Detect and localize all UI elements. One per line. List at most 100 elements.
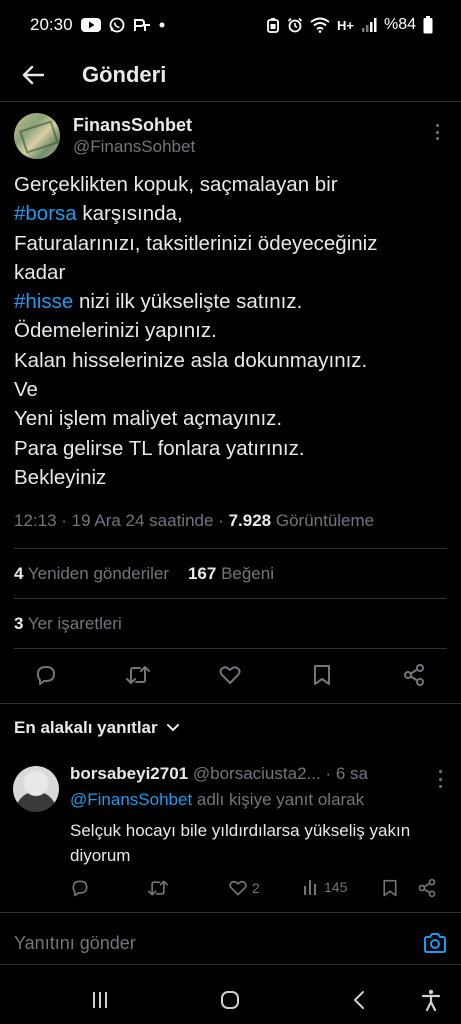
camera-icon	[424, 933, 446, 953]
reposts-stat[interactable]: 4 Yeniden gönderiler	[14, 564, 169, 583]
meta-separator: ·	[218, 511, 229, 530]
replies-sort-dropdown[interactable]: En alakalı yanıtlar	[14, 718, 180, 738]
meta-divider	[14, 548, 447, 549]
post-text-line: #borsa karşısında,	[14, 199, 454, 228]
more-dot-icon	[438, 770, 442, 773]
more-dot-icon	[435, 137, 439, 140]
dot-icon	[159, 22, 165, 28]
hashtag-link[interactable]: #hisse	[14, 290, 73, 313]
repost-icon	[126, 666, 150, 684]
compose-divider-bottom	[0, 964, 461, 965]
reply-avatar[interactable]	[13, 766, 59, 812]
back-button[interactable]	[20, 62, 46, 88]
camera-button[interactable]	[423, 932, 447, 954]
reply-share-button[interactable]	[417, 878, 437, 898]
reply-header: borsabeyi2701 @borsaciusta2... · 6 sa	[70, 762, 368, 786]
reply-reply-button[interactable]	[70, 878, 90, 898]
engagement-stats: 4 Yeniden gönderiler 167 Beğeni	[14, 564, 274, 584]
reply-text: Selçuk hocayı bile yıldırdılarsa yükseli…	[70, 821, 411, 865]
repost-icon	[147, 880, 168, 896]
heart-icon	[219, 666, 241, 684]
post-text-line: #hisse nizi ilk yükselişte satınız.	[14, 287, 454, 316]
bookmark-button[interactable]	[308, 661, 336, 689]
status-time: 20:30	[30, 15, 73, 34]
alarm-icon	[287, 17, 303, 33]
reply-button[interactable]	[32, 661, 60, 689]
reply-separator: ·	[325, 764, 336, 783]
views-chart-icon	[304, 880, 316, 895]
share-button[interactable]	[400, 661, 428, 689]
repost-button[interactable]	[124, 661, 152, 689]
reply-to-mention[interactable]: @FinansSohbet	[70, 790, 192, 809]
back-nav-button[interactable]	[345, 986, 373, 1014]
post-text-line: Kalan hisselerinize asla dokunmayınız.	[14, 346, 454, 375]
reply-composer[interactable]: Yanıtını gönder	[14, 922, 447, 964]
reply-to-suffix: adlı kişiye yanıt olarak	[192, 790, 365, 809]
back-arrow-icon	[22, 65, 44, 85]
reply-icon	[72, 880, 88, 897]
author-name[interactable]: FinansSohbet	[73, 114, 195, 136]
status-bar: 20:30 H+ %84	[0, 0, 461, 50]
reply-like-button[interactable]: 2	[228, 878, 260, 898]
post-text-segment: Ve	[14, 378, 38, 402]
share-icon	[404, 664, 424, 686]
like-button[interactable]	[216, 661, 244, 689]
likes-label: Beğeni	[221, 564, 274, 583]
post-text-segment: Yeni işlem maliyet açmayınız.	[14, 407, 283, 431]
post-text-segment: Para gelirse TL fonlara yatırınız.	[14, 436, 305, 460]
post-date[interactable]: 19 Ara 24 saatinde	[72, 511, 214, 530]
post-text-segment: Ödemelerinizi yapınız.	[14, 319, 217, 343]
home-button[interactable]	[216, 986, 244, 1014]
author-avatar[interactable]	[14, 113, 60, 159]
reply-more-button[interactable]	[435, 770, 445, 788]
accessibility-icon	[421, 989, 441, 1011]
network-type: H+	[336, 17, 354, 33]
likes-stat[interactable]: 167 Beğeni	[188, 564, 274, 583]
page-title: Gönderi	[82, 62, 167, 87]
hashtag-link[interactable]: #borsa	[14, 202, 77, 225]
post-text-segment: Gerçeklikten kopuk, saçmalayan bir	[14, 173, 338, 196]
reply-author-handle[interactable]: @borsaciusta2...	[193, 764, 321, 783]
post-time[interactable]: 12:13	[14, 511, 57, 530]
more-dot-icon	[435, 124, 439, 127]
header-divider	[0, 101, 461, 102]
likes-count: 167	[187, 564, 217, 583]
bookmarks-count: 3	[14, 614, 24, 633]
top-bar: Gönderi	[0, 50, 461, 100]
post-text-segment: Bekleyiniz	[14, 465, 107, 489]
post-text-line: Faturalarınızı, taksitlerinizi ödeyeceği…	[14, 229, 454, 258]
reply-repost-button[interactable]	[147, 878, 169, 898]
accessibility-button[interactable]	[417, 986, 445, 1014]
reply-input[interactable]: Yanıtını gönder	[14, 933, 136, 954]
stats-divider	[14, 598, 447, 599]
author-handle[interactable]: @FinansSohbet	[73, 136, 195, 158]
bookmarks-stat[interactable]: 3 Yer işaretleri	[14, 614, 122, 634]
views-count: 7.928	[228, 511, 272, 530]
recents-button[interactable]	[86, 986, 114, 1014]
reply-author-name[interactable]: borsabeyi2701	[70, 764, 188, 783]
reposts-count: 4	[14, 564, 24, 583]
post-more-button[interactable]	[431, 122, 443, 142]
post-text-segment: nizi ilk yükselişte satınız.	[73, 290, 303, 314]
battery-saver-icon	[266, 17, 280, 33]
chevron-down-icon	[166, 724, 179, 732]
more-dot-icon	[435, 130, 439, 134]
reply-bookmark-button[interactable]	[381, 878, 399, 898]
status-left: 20:30	[30, 15, 165, 35]
bookmark-icon	[314, 665, 330, 685]
post-text-line: Bekleyiniz	[14, 463, 454, 492]
post-text-line: Para gelirse TL fonlara yatırınız.	[14, 434, 454, 463]
actions-divider	[0, 703, 461, 704]
post-author[interactable]: FinansSohbet @FinansSohbet	[14, 113, 195, 159]
back-chevron-icon	[354, 991, 364, 1009]
bookmark-icon	[383, 879, 397, 897]
reply-like-count: 2	[252, 880, 260, 896]
reply-views-button[interactable]: 145	[302, 878, 347, 896]
more-dot-icon	[438, 777, 442, 781]
whatsapp-icon	[109, 17, 125, 33]
wifi-icon	[310, 17, 330, 33]
battery-icon	[423, 16, 433, 34]
recents-icon	[93, 992, 107, 1008]
post-text-segment: Faturalarınızı, taksitlerinizi ödeyeceği…	[14, 231, 378, 255]
post-text-segment: Kalan hisselerinize asla dokunmayınız.	[14, 348, 368, 372]
